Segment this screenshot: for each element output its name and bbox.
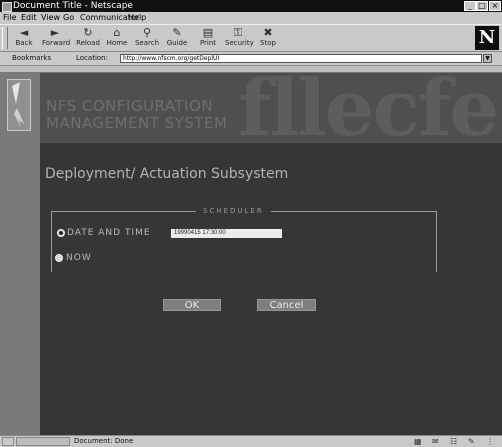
print-button-label: Print	[199, 39, 217, 47]
scheduler-legend: SCHEDULER	[196, 205, 271, 217]
date-and-time-label: DATE AND TIME	[67, 228, 151, 238]
url-dropdown-button[interactable]: ▼	[483, 54, 492, 63]
guide-button[interactable]: ✎ Guide	[164, 26, 190, 50]
print-button[interactable]: ▤ Print	[195, 26, 221, 50]
reload-button-label: Reload	[76, 39, 100, 47]
menu-go[interactable]: Go	[63, 12, 74, 24]
search-icon: ⚲	[142, 26, 152, 39]
security-button[interactable]: ⚿ Security	[225, 26, 254, 50]
location-bar: Bookmarks Location: http://www.nfscm.org…	[0, 52, 502, 66]
component-bar-discussion-icon[interactable]: ☷	[450, 437, 457, 446]
location-label: Location:	[76, 54, 108, 62]
window-title: Document Title - Netscape	[13, 1, 133, 11]
menu-file[interactable]: File	[3, 12, 16, 24]
maximize-button[interactable]: □	[476, 1, 488, 11]
menu-help[interactable]: Help	[128, 12, 146, 24]
guide-button-label: Guide	[166, 39, 188, 47]
home-button[interactable]: ⌂ Home	[104, 26, 130, 50]
system-title: NFS CONFIGURATION MANAGEMENT SYSTEM	[46, 97, 228, 132]
component-bar-grip-icon[interactable]: ⋮	[486, 437, 494, 446]
scheduler-group	[51, 211, 437, 272]
forward-arrow-icon: ►	[50, 26, 60, 39]
navigation-toolbar: ◄ Back ► Forward ↻ Reload ⌂ Home ⚲ Searc…	[0, 24, 502, 52]
personal-toolbar-strip[interactable]	[0, 66, 502, 73]
url-field[interactable]: http://www.nfscm.org/getDeplUI	[120, 54, 482, 63]
netscape-logo-icon[interactable]: N	[475, 26, 499, 50]
component-bar-mail-icon[interactable]: ✉	[432, 437, 439, 446]
guide-icon: ✎	[172, 26, 182, 39]
component-bar-navigator-icon[interactable]: ▦	[414, 437, 422, 446]
stop-button[interactable]: ✖ Stop	[255, 26, 281, 50]
search-button[interactable]: ⚲ Search	[134, 26, 160, 50]
lock-icon: ⚿	[233, 26, 243, 39]
security-button-label: Security	[225, 39, 254, 47]
toolbar-grip[interactable]	[2, 27, 8, 49]
menu-view[interactable]: View	[41, 12, 60, 24]
now-label: NOW	[66, 253, 92, 263]
reload-icon: ↻	[83, 26, 93, 39]
minimize-button[interactable]: _	[464, 1, 476, 11]
stop-button-label: Stop	[260, 39, 276, 47]
netscape-app-icon[interactable]	[2, 2, 12, 12]
progress-bar	[16, 437, 70, 446]
print-icon: ▤	[202, 26, 214, 39]
status-bar: Document: Done ▦ ✉ ☷ ✎ ⋮	[0, 435, 502, 447]
ok-button[interactable]: OK	[163, 299, 221, 311]
radio-date-and-time[interactable]	[57, 229, 65, 237]
pen-logo-icon	[7, 79, 31, 131]
bookmarks-button[interactable]: Bookmarks	[12, 52, 51, 65]
home-icon: ⌂	[113, 26, 121, 39]
menu-edit[interactable]: Edit	[21, 12, 37, 24]
close-button[interactable]: ×	[489, 1, 501, 11]
main-content-area	[40, 143, 502, 435]
menu-bar: File Edit View Go Communicator Help	[0, 12, 502, 24]
status-text: Document: Done	[74, 437, 134, 445]
reload-button[interactable]: ↻ Reload	[75, 26, 101, 50]
back-button-label: Back	[15, 39, 33, 47]
radio-now[interactable]	[55, 254, 63, 262]
title-bar: Document Title - Netscape _ □ ×	[0, 0, 502, 12]
cancel-button[interactable]: Cancel	[257, 299, 316, 311]
component-bar-composer-icon[interactable]: ✎	[468, 437, 475, 446]
forward-button[interactable]: ► Forward	[42, 26, 71, 50]
page-title: Deployment/ Actuation Subsystem	[45, 166, 289, 182]
home-button-label: Home	[106, 39, 128, 47]
security-status-icon[interactable]	[2, 437, 14, 446]
search-button-label: Search	[134, 39, 160, 47]
back-arrow-icon: ◄	[19, 26, 29, 39]
datetime-field[interactable]	[171, 229, 282, 238]
back-button[interactable]: ◄ Back	[11, 26, 37, 50]
forward-button-label: Forward	[42, 39, 71, 47]
stop-icon: ✖	[263, 26, 273, 39]
